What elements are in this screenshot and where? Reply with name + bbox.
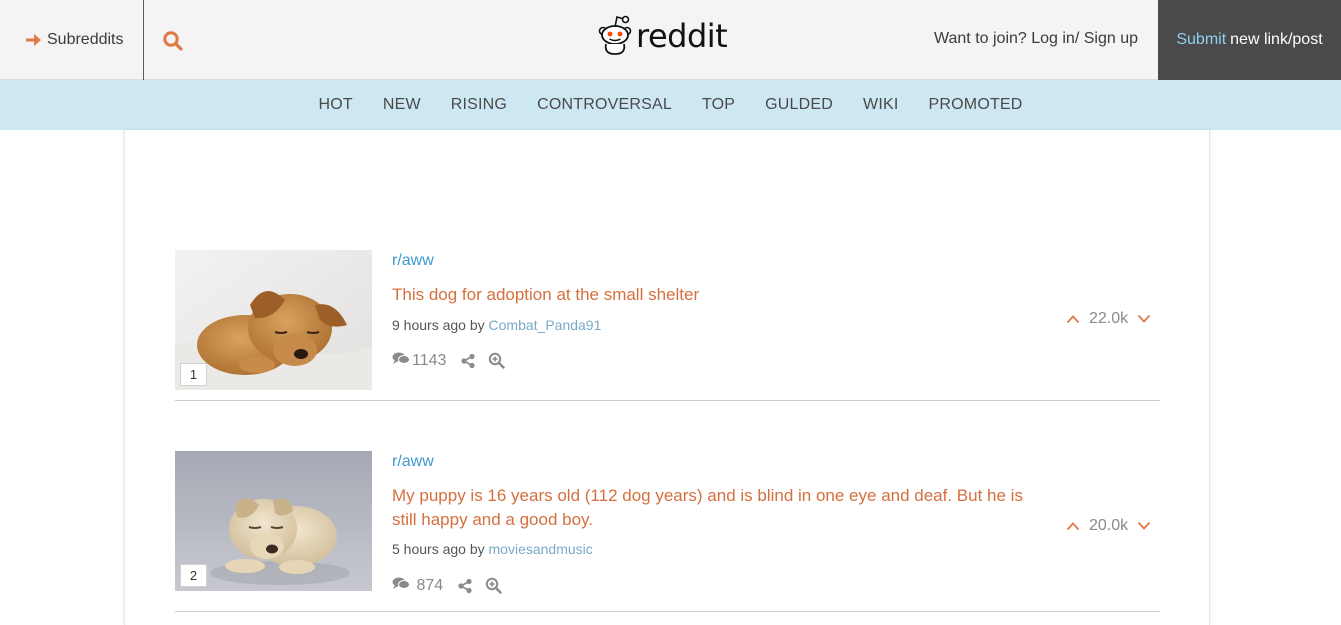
nav-top[interactable]: TOP bbox=[702, 96, 735, 114]
comments-button[interactable]: 874 bbox=[392, 576, 443, 595]
vote-controls: 20.0k bbox=[1066, 517, 1151, 535]
logo-wordmark: reddit bbox=[636, 17, 728, 55]
submit-label-accent: Submit bbox=[1176, 31, 1227, 48]
share-icon[interactable] bbox=[457, 578, 473, 594]
post-actions: 874 bbox=[392, 576, 502, 595]
submit-label: new link/post bbox=[1230, 31, 1323, 48]
vote-score: 20.0k bbox=[1089, 517, 1129, 534]
post-item: 1 r/aww This dog for adoption at the sma… bbox=[175, 250, 1160, 401]
comments-count: 874 bbox=[412, 576, 444, 594]
nav-new[interactable]: NEW bbox=[383, 96, 421, 114]
vote-controls: 22.0k bbox=[1066, 310, 1151, 328]
post-thumbnail[interactable]: 1 bbox=[175, 250, 372, 390]
search-icon[interactable] bbox=[162, 30, 184, 52]
upvote-icon[interactable] bbox=[1066, 521, 1080, 531]
nav-promoted[interactable]: PROMOTED bbox=[929, 96, 1023, 114]
post-list: 1 r/aww This dog for adoption at the sma… bbox=[124, 130, 1210, 625]
post-title[interactable]: My puppy is 16 years old (112 dog years)… bbox=[392, 484, 1032, 532]
nav-gilded[interactable]: GULDED bbox=[765, 96, 833, 114]
comments-icon bbox=[392, 351, 412, 370]
nav-wiki[interactable]: WIKI bbox=[863, 96, 898, 114]
post-author[interactable]: Combat_Panda91 bbox=[489, 317, 602, 333]
submit-button[interactable]: Submit new link/post bbox=[1158, 0, 1341, 80]
post-item: 2 r/aww My puppy is 16 years old (112 do… bbox=[175, 451, 1160, 612]
zoom-icon[interactable] bbox=[485, 577, 502, 594]
nav-rising[interactable]: RISING bbox=[451, 96, 507, 114]
comments-button[interactable]: 1143 bbox=[392, 351, 446, 370]
comments-count: 1143 bbox=[412, 351, 447, 369]
upvote-icon[interactable] bbox=[1066, 314, 1080, 324]
post-thumbnail[interactable]: 2 bbox=[175, 451, 372, 591]
post-time: 9 hours ago by bbox=[392, 317, 485, 333]
share-icon[interactable] bbox=[460, 353, 476, 369]
post-meta: 5 hours ago by moviesandmusic bbox=[392, 541, 593, 557]
login-signup-link[interactable]: Want to join? Log in/ Sign up bbox=[934, 30, 1138, 48]
nav-hot[interactable]: HOT bbox=[318, 96, 352, 114]
sort-nav: HOT NEW RISING CONTROVERSAL TOP GULDED W… bbox=[0, 80, 1341, 130]
subreddit-link[interactable]: r/aww bbox=[392, 453, 434, 471]
post-meta: 9 hours ago by Combat_Panda91 bbox=[392, 317, 601, 333]
vote-score: 22.0k bbox=[1089, 310, 1129, 327]
reddit-alien-icon bbox=[598, 13, 632, 60]
post-rank: 2 bbox=[180, 564, 207, 587]
subreddit-link[interactable]: r/aww bbox=[392, 252, 434, 270]
comments-icon bbox=[392, 576, 412, 595]
downvote-icon[interactable] bbox=[1137, 314, 1151, 324]
arrow-right-icon bbox=[24, 31, 42, 49]
subreddits-button[interactable]: Subreddits bbox=[0, 0, 144, 80]
nav-controversial[interactable]: CONTROVERSAL bbox=[537, 96, 672, 114]
post-actions: 1143 bbox=[392, 351, 506, 370]
reddit-logo[interactable]: reddit bbox=[598, 13, 728, 60]
post-rank: 1 bbox=[180, 363, 207, 386]
header: Subreddits reddit Want to join? Log in/ … bbox=[0, 0, 1341, 80]
post-time: 5 hours ago by bbox=[392, 541, 485, 557]
zoom-icon[interactable] bbox=[488, 352, 506, 369]
post-author[interactable]: moviesandmusic bbox=[489, 541, 593, 557]
post-title[interactable]: This dog for adoption at the small shelt… bbox=[392, 283, 1032, 307]
subreddits-label: Subreddits bbox=[47, 31, 124, 48]
downvote-icon[interactable] bbox=[1137, 521, 1151, 531]
